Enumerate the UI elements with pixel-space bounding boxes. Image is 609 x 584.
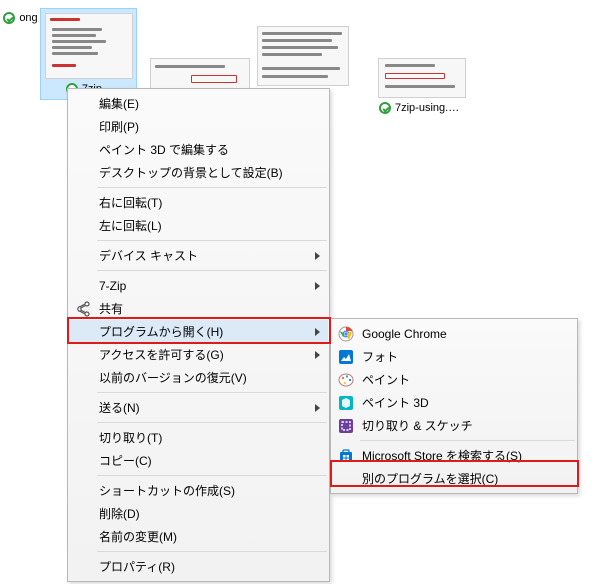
menu-item-label: 切り取り(T) [99, 429, 162, 446]
menu-item-cut[interactable]: 切り取り(T) [69, 426, 328, 449]
menu-item-properties[interactable]: プロパティ(R) [69, 555, 328, 578]
menu-item-copy[interactable]: コピー(C) [69, 449, 328, 472]
menu-separator [97, 270, 327, 271]
menu-item-label: プログラムから開く(H) [99, 323, 223, 340]
submenu-arrow-icon [315, 282, 320, 290]
menu-item-cast[interactable]: デバイス キャスト [69, 244, 328, 267]
sync-badge-icon [379, 102, 391, 114]
menu-item-send-to[interactable]: 送る(N) [69, 396, 328, 419]
paint-icon [338, 372, 354, 388]
menu-item-rotate-right[interactable]: 右に回転(T) [69, 191, 328, 214]
submenu-arrow-icon [315, 328, 320, 336]
menu-item-label: 7-Zip [99, 279, 126, 293]
menu-item-edit[interactable]: 編集(E) [69, 92, 328, 115]
menu-separator [97, 187, 327, 188]
menu-item-7zip[interactable]: 7-Zip [69, 274, 328, 297]
menu-separator [97, 422, 327, 423]
menu-item-label: ペイント 3D で編集する [99, 141, 229, 158]
submenu-item-snip[interactable]: 切り取り & スケッチ [332, 414, 576, 437]
submenu-item-chrome[interactable]: Google Chrome [332, 322, 576, 345]
menu-item-label: フォト [362, 348, 398, 365]
menu-item-open-with[interactable]: プログラムから開く(H) [69, 320, 328, 343]
menu-item-label: ショートカットの作成(S) [99, 482, 235, 499]
menu-item-label: 削除(D) [99, 505, 140, 522]
menu-item-label: コピー(C) [99, 452, 152, 469]
ms-store-icon [338, 448, 354, 464]
menu-item-label: プロパティ(R) [99, 558, 175, 575]
context-menu-main: 編集(E) 印刷(P) ペイント 3D で編集する デスクトップの背景として設定… [67, 88, 330, 582]
file-thumbnail [378, 58, 466, 98]
menu-item-label: 名前の変更(M) [99, 528, 177, 545]
menu-item-share[interactable]: 共有 [69, 297, 328, 320]
menu-item-label: Microsoft Store を検索する(S) [362, 447, 522, 464]
menu-item-label: 別のプログラムを選択(C) [362, 470, 498, 487]
snip-sketch-icon [338, 418, 354, 434]
menu-item-print[interactable]: 印刷(P) [69, 115, 328, 138]
menu-item-rotate-left[interactable]: 左に回転(L) [69, 214, 328, 237]
file-name-text: ong [19, 12, 37, 24]
paint3d-icon [338, 395, 354, 411]
menu-item-set-wallpaper[interactable]: デスクトップの背景として設定(B) [69, 161, 328, 184]
menu-item-grant-access[interactable]: アクセスを許可する(G) [69, 343, 328, 366]
file-thumbnail [45, 13, 133, 79]
menu-item-label: 左に回転(L) [99, 217, 162, 234]
file-item-selected[interactable]: 7zip... [40, 8, 137, 100]
submenu-item-photos[interactable]: フォト [332, 345, 576, 368]
file-thumbnail [150, 58, 250, 90]
menu-item-delete[interactable]: 削除(D) [69, 502, 328, 525]
menu-item-label: 以前のバージョンの復元(V) [99, 369, 247, 386]
submenu-item-store-search[interactable]: Microsoft Store を検索する(S) [332, 444, 576, 467]
submenu-item-paint3d[interactable]: ペイント 3D [332, 391, 576, 414]
menu-separator [97, 240, 327, 241]
submenu-arrow-icon [315, 252, 320, 260]
submenu-arrow-icon [315, 351, 320, 359]
menu-item-label: 切り取り & スケッチ [362, 417, 473, 434]
menu-item-rename[interactable]: 名前の変更(M) [69, 525, 328, 548]
file-item[interactable]: 7zip-using.png [372, 54, 472, 118]
menu-item-label: ペイント 3D [362, 394, 429, 411]
context-menu-open-with: Google Chrome フォト ペイント ペイント 3D 切り取り & スケ… [330, 318, 578, 494]
file-label: 7zip-using.png [374, 102, 470, 114]
menu-item-label: デバイス キャスト [99, 247, 198, 264]
menu-item-label: ペイント [362, 371, 410, 388]
menu-item-label: Google Chrome [362, 327, 447, 341]
menu-separator [97, 392, 327, 393]
desktop: ong 7zip... [0, 0, 609, 584]
photos-app-icon [338, 349, 354, 365]
menu-item-label: デスクトップの背景として設定(B) [99, 164, 283, 181]
file-name-text: 7zip-using.png [395, 102, 465, 114]
menu-item-label: アクセスを許可する(G) [99, 346, 224, 363]
menu-separator [97, 475, 327, 476]
menu-item-label: 編集(E) [99, 95, 139, 112]
file-thumbnail [257, 26, 349, 86]
menu-item-create-shortcut[interactable]: ショートカットの作成(S) [69, 479, 328, 502]
chrome-icon [338, 326, 354, 342]
menu-item-label: 送る(N) [99, 399, 140, 416]
menu-item-restore-versions[interactable]: 以前のバージョンの復元(V) [69, 366, 328, 389]
share-icon [75, 301, 91, 317]
menu-separator [97, 551, 327, 552]
menu-item-label: 共有 [99, 300, 123, 317]
submenu-item-paint[interactable]: ペイント [332, 368, 576, 391]
menu-item-paint3d-edit[interactable]: ペイント 3D で編集する [69, 138, 328, 161]
submenu-arrow-icon [315, 404, 320, 412]
menu-item-label: 右に回転(T) [99, 194, 162, 211]
submenu-item-choose-another[interactable]: 別のプログラムを選択(C) [332, 467, 576, 490]
sync-badge-icon [3, 12, 15, 24]
menu-item-label: 印刷(P) [99, 118, 139, 135]
menu-separator [360, 440, 575, 441]
